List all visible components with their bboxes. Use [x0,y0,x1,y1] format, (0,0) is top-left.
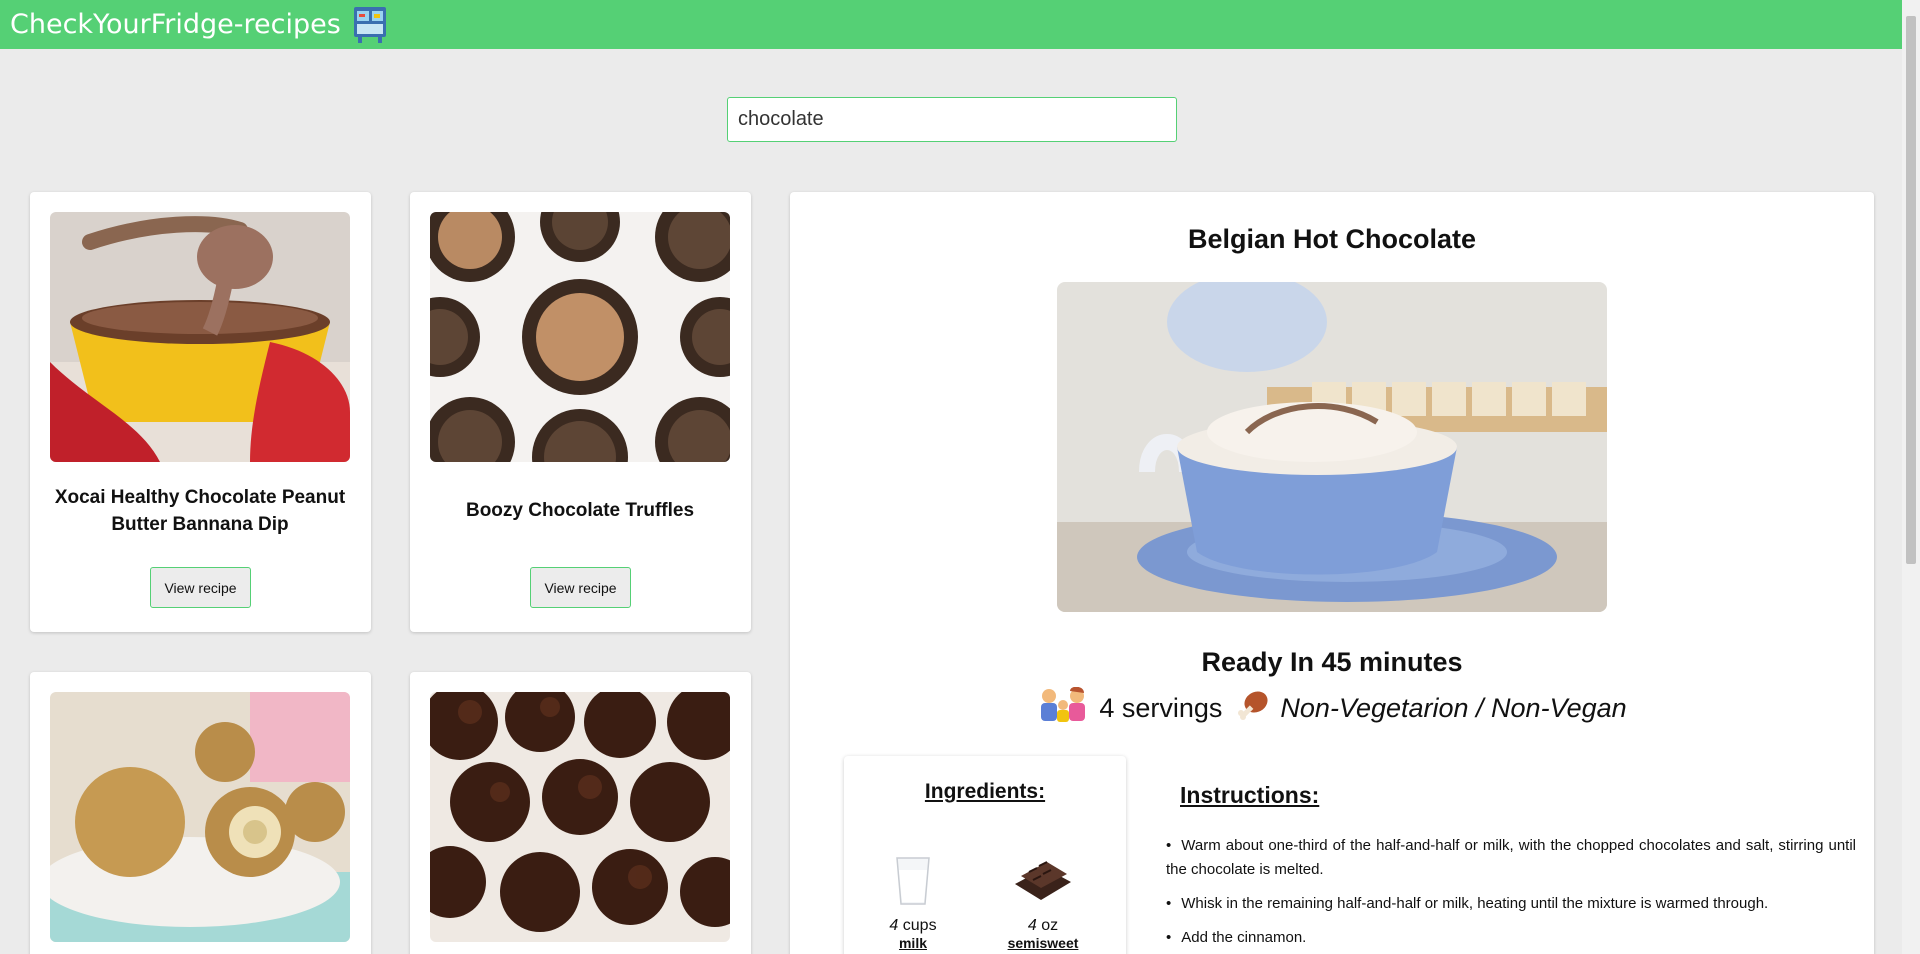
ingredient-qty: 4 [889,917,899,934]
instruction-step: Warm about one-third of the half-and-hal… [1166,834,1856,882]
servings: 4 servings [1099,693,1223,723]
ingredient-name[interactable]: milk [858,935,968,951]
instructions-panel: Instructions: Warm about one-third of th… [1166,782,1856,954]
recipe-image[interactable] [430,212,730,462]
recipe-detail-image [1057,282,1607,612]
ingredient-qty: 4 [1027,917,1037,934]
instructions-heading: Instructions: [1180,782,1320,808]
recipe-title: Xocai Healthy Chocolate Peanut Butter Ba… [54,487,346,535]
recipe-detail-title: Belgian Hot Chocolate [1187,224,1477,254]
recipe-card: Xocai Healthy Chocolate Peanut Butter Ba… [30,192,371,632]
scrollbar-thumb[interactable] [1906,16,1916,564]
milk-glass-icon [891,857,935,910]
search-input[interactable] [727,97,1177,142]
page-scrollbar[interactable] [1902,0,1920,954]
recipe-image[interactable] [430,692,730,942]
recipe-meta: 4 servings Non-Vegetarion / Non-Vegan [790,686,1874,730]
ingredient-name[interactable]: semisweet [988,935,1098,951]
fridge-icon [351,5,389,45]
recipe-image[interactable] [50,692,350,942]
recipe-image[interactable] [50,212,350,462]
chocolate-bar-icon [1011,861,1075,910]
family-icon [1037,686,1089,730]
instructions-list: Warm about one-third of the half-and-hal… [1166,834,1856,950]
meat-icon [1238,689,1270,728]
view-recipe-button[interactable]: View recipe [150,567,251,608]
ingredients-heading: Ingredients: [924,780,1046,803]
recipe-card [410,672,751,954]
instruction-step: Add the cinnamon. [1166,926,1856,950]
app-title: CheckYourFridge-recipes [10,9,341,40]
recipe-title: Boozy Chocolate Truffles [465,500,695,521]
diet-label: Non-Vegetarion / Non-Vegan [1280,693,1627,723]
ingredient-item: 4 oz semisweet [988,854,1098,951]
ingredient-unit: cups [902,917,937,934]
recipe-card [30,672,371,954]
ready-time: Ready In 45 minutes [1201,647,1463,677]
view-recipe-button[interactable]: View recipe [530,567,631,608]
ingredient-item: 4 cups milk [858,854,968,951]
ingredient-unit: oz [1041,917,1059,934]
recipe-card: Boozy Chocolate Truffles View recipe [410,192,751,632]
ingredients-panel: Ingredients: 4 cups milk 4 oz semisweet [844,756,1126,954]
app-header: CheckYourFridge-recipes [0,0,1902,49]
recipe-detail-panel: Belgian Hot Chocolate Ready In 45 minute… [790,192,1874,954]
instruction-step: Whisk in the remaining half-and-half or … [1166,892,1856,916]
